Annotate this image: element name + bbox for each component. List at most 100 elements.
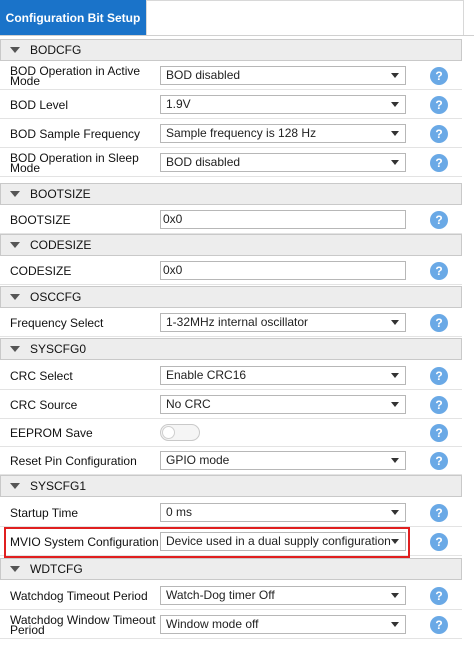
bod-sample-select[interactable]: Sample frequency is 128 Hz — [160, 124, 406, 143]
setting-label: Watchdog Timeout Period — [10, 589, 148, 603]
section-syscfg1[interactable]: SYSCFG1 — [0, 475, 462, 497]
setting-row-bod-sample: BOD Sample Frequency Sample frequency is… — [0, 120, 462, 148]
help-icon[interactable]: ? — [430, 452, 448, 470]
select-value: Sample frequency is 128 Hz — [166, 126, 317, 140]
setting-label: BOD Operation in Active Mode — [10, 64, 141, 88]
select-value: 1-32MHz internal oscillator — [166, 315, 309, 329]
select-value: Watch-Dog timer Off — [166, 588, 275, 602]
section-title: WDTCFG — [30, 562, 83, 576]
dropdown-arrow-icon — [391, 102, 399, 107]
wdt-window-dropdown[interactable]: Window mode off — [160, 615, 406, 634]
help-icon[interactable]: ? — [430, 424, 448, 442]
setting-row-startup-time: Startup Time 0 ms ? — [0, 499, 462, 527]
section-title: SYSCFG1 — [30, 479, 87, 493]
section-title: BODCFG — [30, 43, 82, 57]
setting-label: CODESIZE — [10, 264, 72, 278]
help-icon[interactable]: ? — [430, 616, 448, 634]
setting-row-crc-source: CRC Source No CRC ? — [0, 391, 462, 419]
tab-bar: Configuration Bit Setup — [0, 0, 474, 36]
setting-label: Watchdog Window Timeout Period — [10, 613, 156, 637]
select-value: 1.9V — [166, 97, 191, 111]
startup-time-dropdown[interactable]: 0 ms — [160, 503, 406, 522]
help-icon[interactable]: ? — [430, 211, 448, 229]
crc-select-dropdown[interactable]: Enable CRC16 — [160, 366, 406, 385]
freq-select-dropdown[interactable]: 1-32MHz internal oscillator — [160, 313, 406, 332]
help-icon[interactable]: ? — [430, 262, 448, 280]
dropdown-arrow-icon — [391, 593, 399, 598]
setting-label: EEPROM Save — [10, 426, 93, 440]
setting-label: BOD Level — [10, 98, 69, 112]
dropdown-arrow-icon — [391, 160, 399, 165]
section-osccfg[interactable]: OSCCFG — [0, 286, 462, 308]
help-icon[interactable]: ? — [430, 125, 448, 143]
help-icon[interactable]: ? — [430, 367, 448, 385]
section-title: BOOTSIZE — [30, 187, 91, 201]
dropdown-arrow-icon — [391, 402, 399, 407]
dropdown-arrow-icon — [391, 458, 399, 463]
chevron-down-icon — [10, 294, 20, 300]
setting-row-reset-pin: Reset Pin Configuration GPIO mode ? — [0, 447, 462, 475]
dropdown-arrow-icon — [391, 320, 399, 325]
section-title: SYSCFG0 — [30, 342, 87, 356]
select-value: No CRC — [166, 397, 211, 411]
section-bodcfg[interactable]: BODCFG — [0, 39, 462, 61]
section-syscfg0[interactable]: SYSCFG0 — [0, 338, 462, 360]
help-icon[interactable]: ? — [430, 396, 448, 414]
section-codesize[interactable]: CODESIZE — [0, 234, 462, 256]
chevron-down-icon — [10, 566, 20, 572]
bod-sleep-select[interactable]: BOD disabled — [160, 153, 406, 172]
setting-row-wdt-window: Watchdog Window Timeout Period Window mo… — [0, 611, 462, 639]
section-wdtcfg[interactable]: WDTCFG — [0, 558, 462, 580]
reset-pin-dropdown[interactable]: GPIO mode — [160, 451, 406, 470]
help-icon[interactable]: ? — [430, 67, 448, 85]
select-value: BOD disabled — [166, 68, 241, 82]
wdt-timeout-dropdown[interactable]: Watch-Dog timer Off — [160, 586, 406, 605]
select-value: 0 ms — [166, 505, 193, 519]
bod-level-select[interactable]: 1.9V — [160, 95, 406, 114]
chevron-down-icon — [10, 483, 20, 489]
setting-label: Reset Pin Configuration — [10, 454, 137, 468]
setting-label: Frequency Select — [10, 316, 104, 330]
setting-label: CRC Source — [10, 398, 78, 412]
bootsize-input[interactable]: 0x0 — [160, 210, 406, 229]
codesize-input[interactable]: 0x0 — [160, 261, 406, 280]
dropdown-arrow-icon — [391, 622, 399, 627]
help-icon[interactable]: ? — [430, 587, 448, 605]
tab-bar-empty-area — [146, 0, 464, 36]
help-icon[interactable]: ? — [430, 314, 448, 332]
toggle-knob — [162, 426, 175, 439]
setting-row-bod-active: BOD Operation in Active Mode BOD disable… — [0, 62, 462, 90]
setting-label: CRC Select — [10, 369, 73, 383]
crc-source-dropdown[interactable]: No CRC — [160, 395, 406, 414]
setting-row-freq-select: Frequency Select 1-32MHz internal oscill… — [0, 309, 462, 337]
dropdown-arrow-icon — [391, 73, 399, 78]
help-icon[interactable]: ? — [430, 533, 448, 551]
dropdown-arrow-icon — [391, 510, 399, 515]
chevron-down-icon — [10, 47, 20, 53]
setting-label: BOOTSIZE — [10, 213, 71, 227]
select-value: GPIO mode — [166, 453, 230, 467]
help-icon[interactable]: ? — [430, 154, 448, 172]
help-icon[interactable]: ? — [430, 96, 448, 114]
setting-row-codesize: CODESIZE 0x0 ? — [0, 257, 462, 285]
help-icon[interactable]: ? — [430, 504, 448, 522]
dropdown-arrow-icon — [391, 131, 399, 136]
section-title: CODESIZE — [30, 238, 92, 252]
dropdown-arrow-icon — [391, 373, 399, 378]
chevron-down-icon — [10, 242, 20, 248]
chevron-down-icon — [10, 191, 20, 197]
setting-row-bootsize: BOOTSIZE 0x0 ? — [0, 206, 462, 234]
tab-configuration-bit-setup[interactable]: Configuration Bit Setup — [0, 0, 146, 36]
setting-label: BOD Operation in Sleep Mode — [10, 151, 139, 175]
setting-label: Startup Time — [10, 506, 79, 520]
bod-active-select[interactable]: BOD disabled — [160, 66, 406, 85]
setting-row-eeprom-save: EEPROM Save ? — [0, 419, 462, 447]
setting-row-bod-level: BOD Level 1.9V ? — [0, 91, 462, 119]
setting-row-crc-select: CRC Select Enable CRC16 ? — [0, 362, 462, 390]
eeprom-save-toggle[interactable] — [160, 424, 200, 441]
setting-row-bod-sleep: BOD Operation in Sleep Mode BOD disabled… — [0, 149, 462, 177]
select-value: Enable CRC16 — [166, 368, 247, 382]
setting-row-wdt-timeout: Watchdog Timeout Period Watch-Dog timer … — [0, 582, 462, 610]
section-bootsize[interactable]: BOOTSIZE — [0, 183, 462, 205]
tab-bar-divider — [0, 35, 474, 36]
